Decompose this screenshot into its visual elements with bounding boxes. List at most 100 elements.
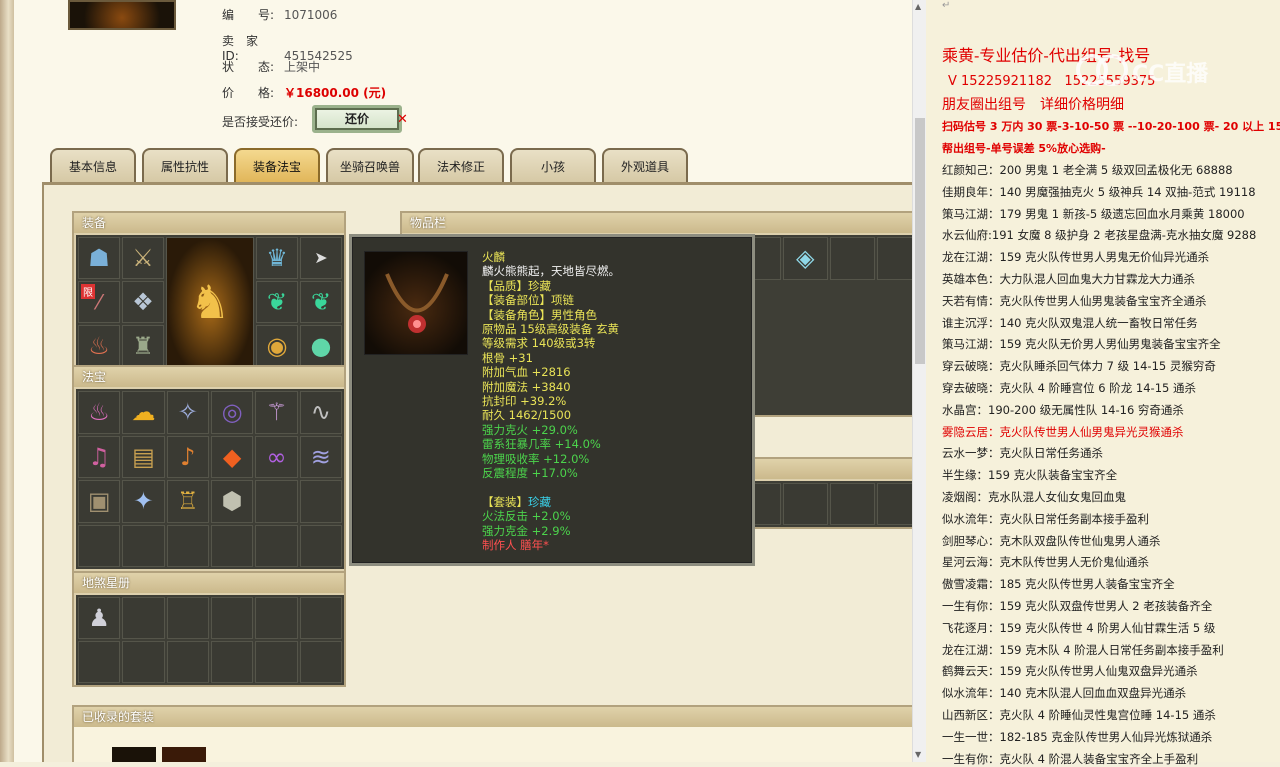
cc-live-watermark: CC直播 (1072, 50, 1242, 90)
feather-icon: ❦ (266, 288, 288, 316)
account-list-item: 飞花逐月：159 克火队传世 4 阶男人仙甘霖生活 5 级 (942, 620, 1216, 635)
treasure-slot-empty[interactable] (299, 480, 342, 523)
account-list-item: 半生缘：159 克火队装备宝宝齐全 (942, 468, 1118, 483)
tab-equipment[interactable]: 装备法宝 (234, 148, 320, 182)
account-list-item: 山西新区：克火队 4 阶睡仙灵性鬼宫位睡 14-15 通杀 (942, 708, 1216, 722)
set-thumb[interactable] (112, 747, 156, 762)
treasure-slot[interactable]: ✦ (122, 480, 165, 523)
treasure-slot[interactable]: ⚚ (255, 391, 298, 434)
tooltip-set-stat: 火法反击 +2.0% (482, 509, 571, 524)
equip-section: 装备 ☗ ⚔ ♞ ♛ ➤ 限 ⁄ ❖ ❦ ❦ ♨ ♜ ◉ ● (72, 211, 346, 367)
item-slot[interactable] (829, 483, 875, 525)
scroll-up-icon[interactable]: ▲ (915, 2, 921, 11)
tab-spell-mod[interactable]: 法术修正 (418, 148, 504, 182)
tianshu-slot-empty[interactable] (255, 641, 298, 683)
equip-slot-feather[interactable]: ❦ (256, 281, 298, 323)
treasure-slot[interactable]: ☁ (122, 391, 165, 434)
bell-icon: ♫ (88, 442, 110, 471)
tianshu-slot-empty[interactable] (166, 597, 209, 639)
tianshu-slot-empty[interactable] (166, 641, 209, 683)
tianshu-slot-empty[interactable] (299, 597, 342, 639)
vertical-scrollbar[interactable]: ▲ ▼ (912, 0, 926, 762)
treasure-grid: ♨ ☁ ✧ ◎ ⚚ ∿ ♫ ▤ ♪ ◆ ∞ ≋ ▣ ✦ ♖ ⬢ (76, 389, 344, 569)
equip-slot-restricted[interactable]: 限 ⁄ (78, 281, 120, 323)
lantern-icon: ♨ (88, 398, 110, 427)
treasure-slot-empty[interactable] (255, 524, 298, 567)
treasure-slot-empty[interactable] (122, 524, 165, 567)
tab-appearance[interactable]: 外观道具 (602, 148, 688, 182)
counter-offer-close-icon[interactable]: ✕ (397, 112, 408, 127)
tianshu-section-title: 地煞星册 (74, 573, 344, 593)
account-list-item: 天若有情：克火队传世男人仙男鬼装备宝宝齐全通杀 (942, 293, 1207, 308)
set-thumb[interactable] (162, 747, 206, 762)
item-slot[interactable] (829, 237, 875, 280)
item-slot[interactable] (782, 483, 828, 525)
tab-children[interactable]: 小孩 (510, 148, 596, 182)
treasure-slot[interactable]: ◎ (210, 391, 254, 434)
tianshu-slot-empty[interactable] (210, 641, 254, 683)
tianshu-slot-empty[interactable] (255, 597, 298, 639)
item-slot[interactable] (876, 237, 912, 280)
equip-slot-ring[interactable]: ◉ (256, 325, 298, 367)
tooltip-set-stat: 强力克金 +2.9% (482, 523, 571, 538)
treasure-slot-empty[interactable] (210, 524, 254, 567)
tooltip-stat: 附加魔法 +3840 (482, 379, 571, 394)
listing-id-row: 编 号: 1071006 (222, 8, 338, 22)
treasure-slot[interactable]: ◆ (210, 435, 254, 478)
tab-attributes[interactable]: 属性抗性 (142, 148, 228, 182)
tianshu-slot-empty[interactable] (78, 641, 121, 683)
equip-slot-empty-top[interactable]: ➤ (300, 237, 342, 279)
sets-section-title: 已收录的套装 (74, 707, 912, 727)
account-list-item: 龙在江湖：159 克火队传世男人男鬼无价仙异光通杀 (942, 250, 1210, 265)
scrollbar-thumb[interactable] (915, 118, 925, 364)
armor-icon: ❖ (132, 288, 154, 316)
treasure-slot[interactable]: ♫ (78, 435, 121, 478)
equip-slot-boots[interactable]: ♜ (122, 325, 164, 367)
item-tooltip: 火麟 麟火熊熊起，天地皆尽燃。 【品质】珍藏 【装备部位】项链 【装备角色】男性角色 原物… (349, 234, 755, 566)
treasure-slot-empty[interactable] (78, 524, 121, 567)
whip-icon: ∿ (310, 398, 331, 427)
treasure-slot[interactable]: ✧ (166, 391, 209, 434)
star-card-icon: ♟ (88, 604, 110, 632)
treasure-slot[interactable]: ≋ (299, 435, 342, 478)
tooltip-set-label: 【套装】 (482, 494, 528, 509)
helmet-icon: ☗ (88, 244, 110, 272)
equip-slot-amulet[interactable]: ❦ (300, 281, 342, 323)
tab-basic-info[interactable]: 基本信息 (50, 148, 136, 182)
wand-icon: ⁄ (97, 290, 101, 314)
treasure-slot[interactable]: ▤ (122, 435, 165, 478)
equip-slot-helmet[interactable]: ☗ (78, 237, 120, 279)
boots-icon: ♜ (132, 332, 154, 360)
treasure-slot-empty[interactable] (166, 524, 209, 567)
scroll-down-icon[interactable]: ▼ (915, 750, 921, 759)
tablet-icon: ▣ (87, 487, 111, 516)
treasure-slot[interactable]: ♨ (78, 391, 121, 434)
tooltip-stat: 附加气血 +2816 (482, 365, 571, 380)
cloud-icon: ☁ (131, 398, 156, 427)
tab-mounts-pets[interactable]: 坐骑召唤兽 (326, 148, 414, 182)
equip-slot-pearl[interactable]: ● (300, 325, 342, 367)
equip-slot-weapon[interactable]: ⚔ (122, 237, 164, 279)
tooltip-role: 【装备角色】男性角色 (482, 307, 597, 322)
counter-offer-button[interactable]: 还价 (312, 105, 402, 133)
tianshu-slot-empty[interactable] (122, 641, 165, 683)
equip-slot-lantern[interactable]: ♨ (78, 325, 120, 367)
treasure-slot-empty[interactable] (255, 480, 298, 523)
treasure-slot[interactable]: ♪ (166, 435, 209, 478)
tianshu-slot-empty[interactable] (299, 641, 342, 683)
treasure-slot[interactable]: ♖ (166, 480, 209, 523)
treasure-slot[interactable]: ∿ (299, 391, 342, 434)
equip-slot-armor[interactable]: ❖ (122, 281, 164, 323)
treasure-slot[interactable]: ⬢ (210, 480, 254, 523)
treasure-slot[interactable]: ▣ (78, 480, 121, 523)
tianshu-slot-empty[interactable] (122, 597, 165, 639)
item-slot[interactable] (876, 483, 912, 525)
equip-slot-crown[interactable]: ♛ (256, 237, 298, 279)
treasure-slot[interactable]: ∞ (255, 435, 298, 478)
account-list-item: 鹤舞云天：159 克火队传世男人仙鬼双盘异光通杀 (942, 664, 1198, 679)
tianshu-slot[interactable]: ♟ (78, 597, 121, 639)
account-list-item: 水晶宫：190-200 级无属性队 14-16 穷奇通杀 (942, 402, 1184, 417)
item-slot[interactable]: ◈ (782, 237, 828, 280)
treasure-slot-empty[interactable] (299, 524, 342, 567)
tianshu-slot-empty[interactable] (210, 597, 254, 639)
